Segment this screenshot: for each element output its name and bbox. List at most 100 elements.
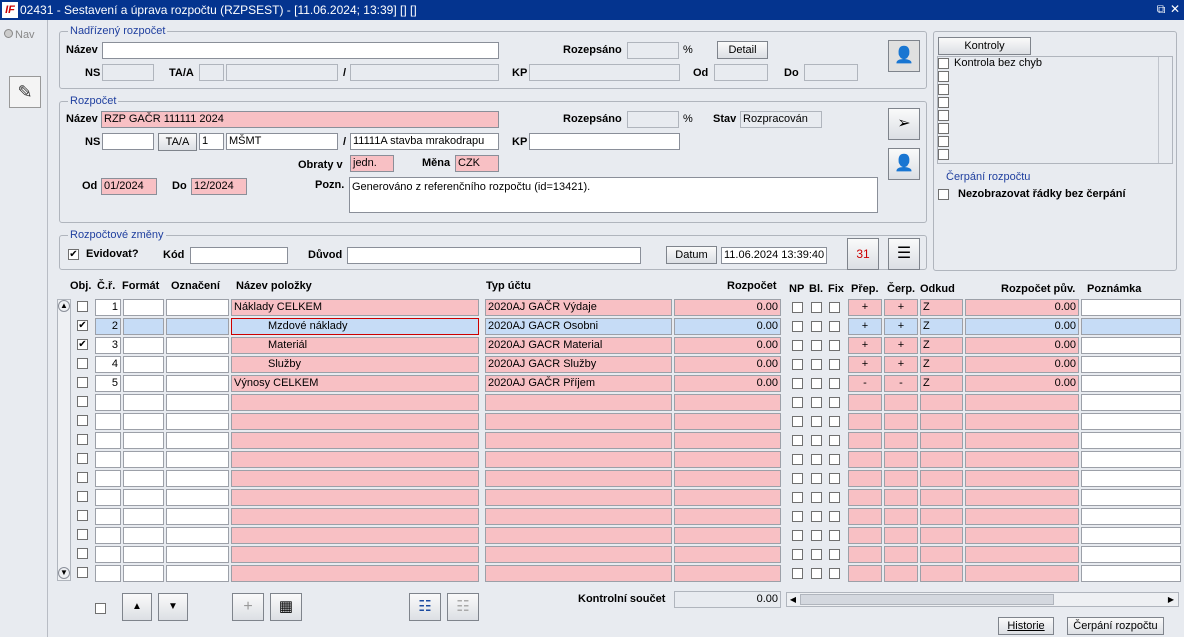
row-fix-checkbox[interactable] bbox=[829, 302, 840, 313]
cell-format[interactable] bbox=[123, 356, 164, 373]
row-np-checkbox[interactable] bbox=[792, 454, 803, 465]
cell-nazev[interactable] bbox=[231, 432, 479, 449]
detail-button[interactable]: Detail bbox=[717, 41, 768, 59]
row-bl-checkbox[interactable] bbox=[811, 454, 822, 465]
cell-rozpuv[interactable]: 0.00 bbox=[965, 375, 1079, 392]
budget-do-field[interactable]: 12/2024 bbox=[191, 178, 247, 195]
row-np-checkbox[interactable] bbox=[792, 359, 803, 370]
cell-typ[interactable] bbox=[485, 470, 672, 487]
row-fix-checkbox[interactable] bbox=[829, 492, 840, 503]
cell-typ[interactable] bbox=[485, 565, 672, 582]
select-all-checkbox[interactable] bbox=[95, 603, 106, 614]
budget-kp-field[interactable] bbox=[529, 133, 680, 150]
budget-taa-field[interactable]: 1 bbox=[199, 133, 224, 150]
restore-window-icon[interactable]: ⧉ bbox=[1154, 2, 1168, 16]
row-obj-checkbox[interactable] bbox=[77, 358, 88, 369]
cell-prep[interactable] bbox=[848, 546, 882, 563]
row-fix-checkbox[interactable] bbox=[829, 321, 840, 332]
edit-document-icon[interactable]: ✎ bbox=[9, 76, 41, 108]
cell-typ[interactable] bbox=[485, 413, 672, 430]
cell-rozpuv[interactable] bbox=[965, 394, 1079, 411]
scroll-up-icon[interactable]: ▲ bbox=[58, 300, 70, 312]
cell-rozpocet[interactable]: 0.00 bbox=[674, 318, 781, 335]
row-obj-checkbox[interactable] bbox=[77, 567, 88, 578]
cell-odkud[interactable] bbox=[920, 470, 963, 487]
cell-cr[interactable] bbox=[95, 565, 121, 582]
cell-typ[interactable]: 2020AJ GAČR Příjem bbox=[485, 375, 672, 392]
row-obj-checkbox[interactable] bbox=[77, 510, 88, 521]
cell-oznaceni[interactable] bbox=[166, 356, 229, 373]
cell-poznamka[interactable] bbox=[1081, 318, 1181, 335]
move-up-button[interactable]: ▲ bbox=[122, 593, 152, 621]
row-obj-checkbox[interactable] bbox=[77, 472, 88, 483]
cell-format[interactable] bbox=[123, 489, 164, 506]
cell-odkud[interactable] bbox=[920, 432, 963, 449]
cell-poznamka[interactable] bbox=[1081, 546, 1181, 563]
kontroly-item-checkbox[interactable] bbox=[938, 58, 949, 69]
cell-cerp[interactable] bbox=[884, 508, 918, 525]
cell-odkud[interactable]: Z bbox=[920, 318, 963, 335]
cell-odkud[interactable] bbox=[920, 489, 963, 506]
row-bl-checkbox[interactable] bbox=[811, 511, 822, 522]
budget-name-field[interactable]: RZP GAČR 111111 2024 bbox=[101, 111, 499, 128]
pozn-field[interactable]: Generováno z referenčního rozpočtu (id=1… bbox=[349, 177, 878, 213]
cell-cr[interactable]: 2 bbox=[95, 318, 121, 335]
cell-poznamka[interactable] bbox=[1081, 508, 1181, 525]
budget-ns-field[interactable] bbox=[102, 133, 154, 150]
cell-odkud[interactable]: Z bbox=[920, 299, 963, 316]
taa-button[interactable]: TA/A bbox=[158, 133, 197, 151]
cell-format[interactable] bbox=[123, 432, 164, 449]
cell-prep[interactable] bbox=[848, 432, 882, 449]
cell-oznaceni[interactable] bbox=[166, 375, 229, 392]
row-np-checkbox[interactable] bbox=[792, 530, 803, 541]
mena-field[interactable]: CZK bbox=[455, 155, 499, 172]
cell-poznamka[interactable] bbox=[1081, 565, 1181, 582]
row-fix-checkbox[interactable] bbox=[829, 435, 840, 446]
cell-poznamka[interactable] bbox=[1081, 337, 1181, 354]
kontroly-item-checkbox[interactable] bbox=[938, 97, 949, 108]
row-fix-checkbox[interactable] bbox=[829, 416, 840, 427]
cell-oznaceni[interactable] bbox=[166, 470, 229, 487]
cell-poznamka[interactable] bbox=[1081, 527, 1181, 544]
cell-poznamka[interactable] bbox=[1081, 470, 1181, 487]
cell-format[interactable] bbox=[123, 394, 164, 411]
scroll-down-icon[interactable]: ▼ bbox=[58, 567, 70, 579]
cell-rozpocet[interactable] bbox=[674, 451, 781, 468]
cell-odkud[interactable] bbox=[920, 565, 963, 582]
cell-cerp[interactable] bbox=[884, 527, 918, 544]
cell-prep[interactable]: + bbox=[848, 337, 882, 354]
budget-slash-field[interactable]: 11111A stavba mrakodrapu bbox=[350, 133, 499, 150]
row-obj-checkbox[interactable] bbox=[77, 301, 88, 312]
cell-format[interactable] bbox=[123, 451, 164, 468]
cell-typ[interactable] bbox=[485, 432, 672, 449]
row-np-checkbox[interactable] bbox=[792, 492, 803, 503]
cell-typ[interactable]: 2020AJ GAČR Výdaje bbox=[485, 299, 672, 316]
cell-oznaceni[interactable] bbox=[166, 546, 229, 563]
cell-odkud[interactable]: Z bbox=[920, 356, 963, 373]
row-np-checkbox[interactable] bbox=[792, 397, 803, 408]
kontroly-item-checkbox[interactable] bbox=[938, 123, 949, 134]
datum-button[interactable]: Datum bbox=[666, 246, 717, 264]
send-icon[interactable]: ➢ bbox=[888, 108, 920, 140]
cell-cerp[interactable]: - bbox=[884, 375, 918, 392]
cell-oznaceni[interactable] bbox=[166, 451, 229, 468]
row-bl-checkbox[interactable] bbox=[811, 397, 822, 408]
cell-cr[interactable]: 5 bbox=[95, 375, 121, 392]
row-np-checkbox[interactable] bbox=[792, 378, 803, 389]
cell-poznamka[interactable] bbox=[1081, 489, 1181, 506]
cell-nazev[interactable] bbox=[231, 546, 479, 563]
cell-prep[interactable] bbox=[848, 565, 882, 582]
nav-radio[interactable] bbox=[4, 29, 13, 38]
historie-button[interactable]: Historie bbox=[998, 617, 1054, 635]
cell-poznamka[interactable] bbox=[1081, 451, 1181, 468]
cell-format[interactable] bbox=[123, 508, 164, 525]
cell-rozpocet[interactable] bbox=[674, 432, 781, 449]
cell-rozpocet[interactable] bbox=[674, 413, 781, 430]
row-bl-checkbox[interactable] bbox=[811, 321, 822, 332]
cell-prep[interactable]: + bbox=[848, 299, 882, 316]
cell-oznaceni[interactable] bbox=[166, 489, 229, 506]
cell-rozpuv[interactable]: 0.00 bbox=[965, 337, 1079, 354]
row-obj-checkbox[interactable] bbox=[77, 396, 88, 407]
calendar-icon[interactable]: 31 bbox=[847, 238, 879, 270]
cell-rozpocet[interactable] bbox=[674, 470, 781, 487]
